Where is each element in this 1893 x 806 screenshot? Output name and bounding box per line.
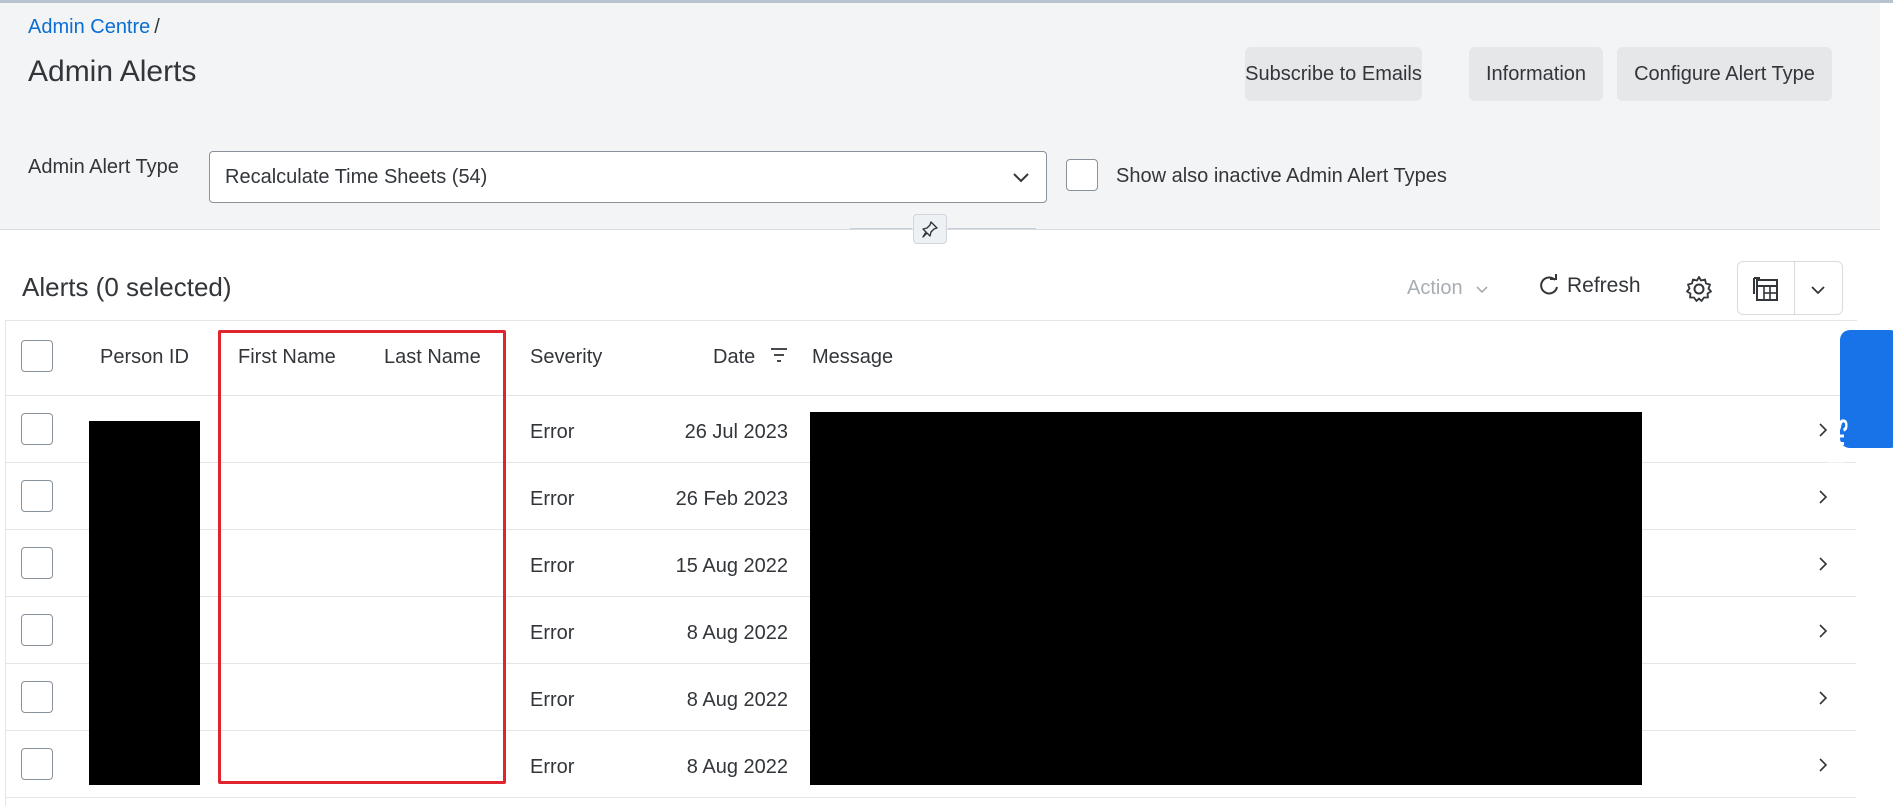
subscribe-to-emails-button[interactable]: Subscribe to Emails [1245, 47, 1422, 101]
date-cell: 8 Aug 2022 [686, 756, 788, 778]
pin-header-button[interactable] [913, 214, 947, 244]
gear-icon[interactable] [1684, 274, 1714, 304]
date-cell: 8 Aug 2022 [686, 622, 788, 644]
show-inactive-label: Show also inactive Admin Alert Types [1116, 165, 1447, 187]
pin-icon [922, 221, 938, 238]
export-divider [1794, 262, 1795, 314]
refresh-icon [1540, 274, 1558, 295]
date-cell: 26 Jul 2023 [684, 421, 788, 443]
row-checkbox[interactable] [21, 413, 53, 445]
header-collapse-line-right [948, 228, 1036, 229]
column-header-severity[interactable]: Severity [530, 346, 602, 369]
severity-cell: Error [530, 756, 575, 778]
severity-cell: Error [530, 689, 575, 711]
chevron-right-icon[interactable] [1815, 622, 1831, 640]
page-header: Admin Centre / Admin Alerts Subscribe to … [0, 3, 1880, 230]
chevron-down-icon [1013, 173, 1029, 183]
redacted-message-block [810, 412, 1642, 785]
support-tab[interactable]: Support [1827, 330, 1893, 506]
row-checkbox[interactable] [21, 480, 53, 512]
refresh-button[interactable]: Refresh [1537, 274, 1641, 304]
date-cell: 26 Feb 2023 [675, 488, 788, 510]
severity-cell: Error [530, 488, 575, 510]
header-collapse-line-left [850, 228, 912, 229]
information-button[interactable]: Information [1469, 47, 1603, 101]
support-label: Support [1827, 418, 1852, 506]
row-checkbox[interactable] [21, 681, 53, 713]
chevron-right-icon[interactable] [1815, 756, 1831, 774]
breadcrumb-admin-centre-link[interactable]: Admin Centre [28, 16, 150, 38]
refresh-label: Refresh [1567, 274, 1641, 297]
alerts-table-title: Alerts (0 selected) [22, 272, 232, 302]
configure-alert-type-button[interactable]: Configure Alert Type [1617, 47, 1832, 101]
severity-cell: Error [530, 622, 575, 644]
date-cell: 15 Aug 2022 [675, 555, 788, 577]
row-checkbox[interactable] [21, 547, 53, 579]
row-checkbox[interactable] [21, 614, 53, 646]
date-cell: 8 Aug 2022 [686, 689, 788, 711]
severity-cell: Error [530, 555, 575, 577]
severity-cell: Error [530, 421, 575, 443]
action-menu-button[interactable]: Action [1407, 277, 1490, 300]
breadcrumb-separator: / [154, 16, 160, 38]
export-spreadsheet-icon[interactable] [1752, 275, 1780, 303]
admin-alert-type-label: Admin Alert Type [28, 156, 179, 178]
chevron-right-icon[interactable] [1815, 689, 1831, 707]
column-header-person-id[interactable]: Person ID [100, 346, 189, 369]
action-label: Action [1407, 277, 1463, 299]
admin-alert-type-value: Recalculate Time Sheets (54) [225, 166, 488, 188]
row-checkbox[interactable] [21, 748, 53, 780]
admin-alert-type-select[interactable]: Recalculate Time Sheets (54) [209, 151, 1047, 203]
chevron-right-icon[interactable] [1815, 555, 1831, 573]
column-header-message[interactable]: Message [812, 346, 893, 369]
redacted-person-id-block [89, 421, 200, 785]
chevron-down-icon [1476, 286, 1488, 293]
chevron-down-icon[interactable] [1808, 280, 1828, 300]
breadcrumb: Admin Centre / [28, 16, 160, 39]
sort-descending-icon [771, 348, 787, 362]
column-header-date[interactable]: Date [713, 346, 755, 369]
select-all-checkbox[interactable] [21, 340, 53, 372]
name-columns-highlight [218, 330, 506, 784]
page-title: Admin Alerts [28, 55, 197, 88]
export-button-group [1737, 261, 1843, 315]
show-inactive-checkbox[interactable] [1066, 159, 1098, 191]
